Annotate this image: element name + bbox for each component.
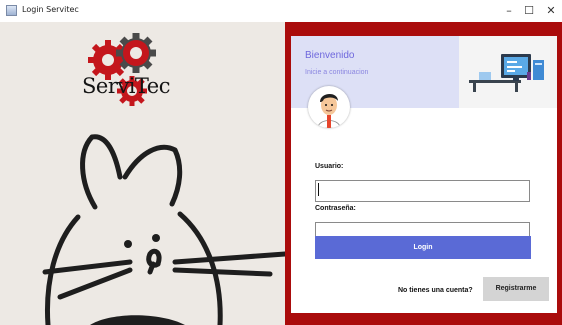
branding-panel: ServiTec	[0, 22, 285, 325]
password-label: Contraseña:	[315, 205, 356, 212]
welcome-title: Bienvenido	[305, 50, 355, 61]
no-account-text: No tienes una cuenta?	[398, 287, 473, 294]
window-titlebar: Login Servitec – ☐ ✕	[0, 0, 562, 22]
cat-illustration-icon	[42, 134, 285, 325]
register-button[interactable]: Registrarme	[483, 277, 549, 301]
close-button[interactable]: ✕	[538, 2, 562, 20]
app-icon	[6, 5, 17, 16]
login-card: Bienvenido Inicie a continuacion Usuario…	[291, 36, 557, 313]
username-input[interactable]	[315, 180, 530, 202]
logo-text: ServiTec	[82, 74, 171, 98]
welcome-subtitle: Inicie a continuacion	[305, 69, 369, 76]
username-label: Usuario:	[315, 163, 344, 170]
window-title: Login Servitec	[22, 5, 79, 14]
text-caret	[318, 183, 319, 196]
login-frame: Bienvenido Inicie a continuacion Usuario…	[285, 22, 562, 325]
user-avatar-icon	[308, 86, 350, 128]
login-button[interactable]: Login	[315, 236, 531, 259]
computer-desk-icon	[459, 36, 557, 108]
